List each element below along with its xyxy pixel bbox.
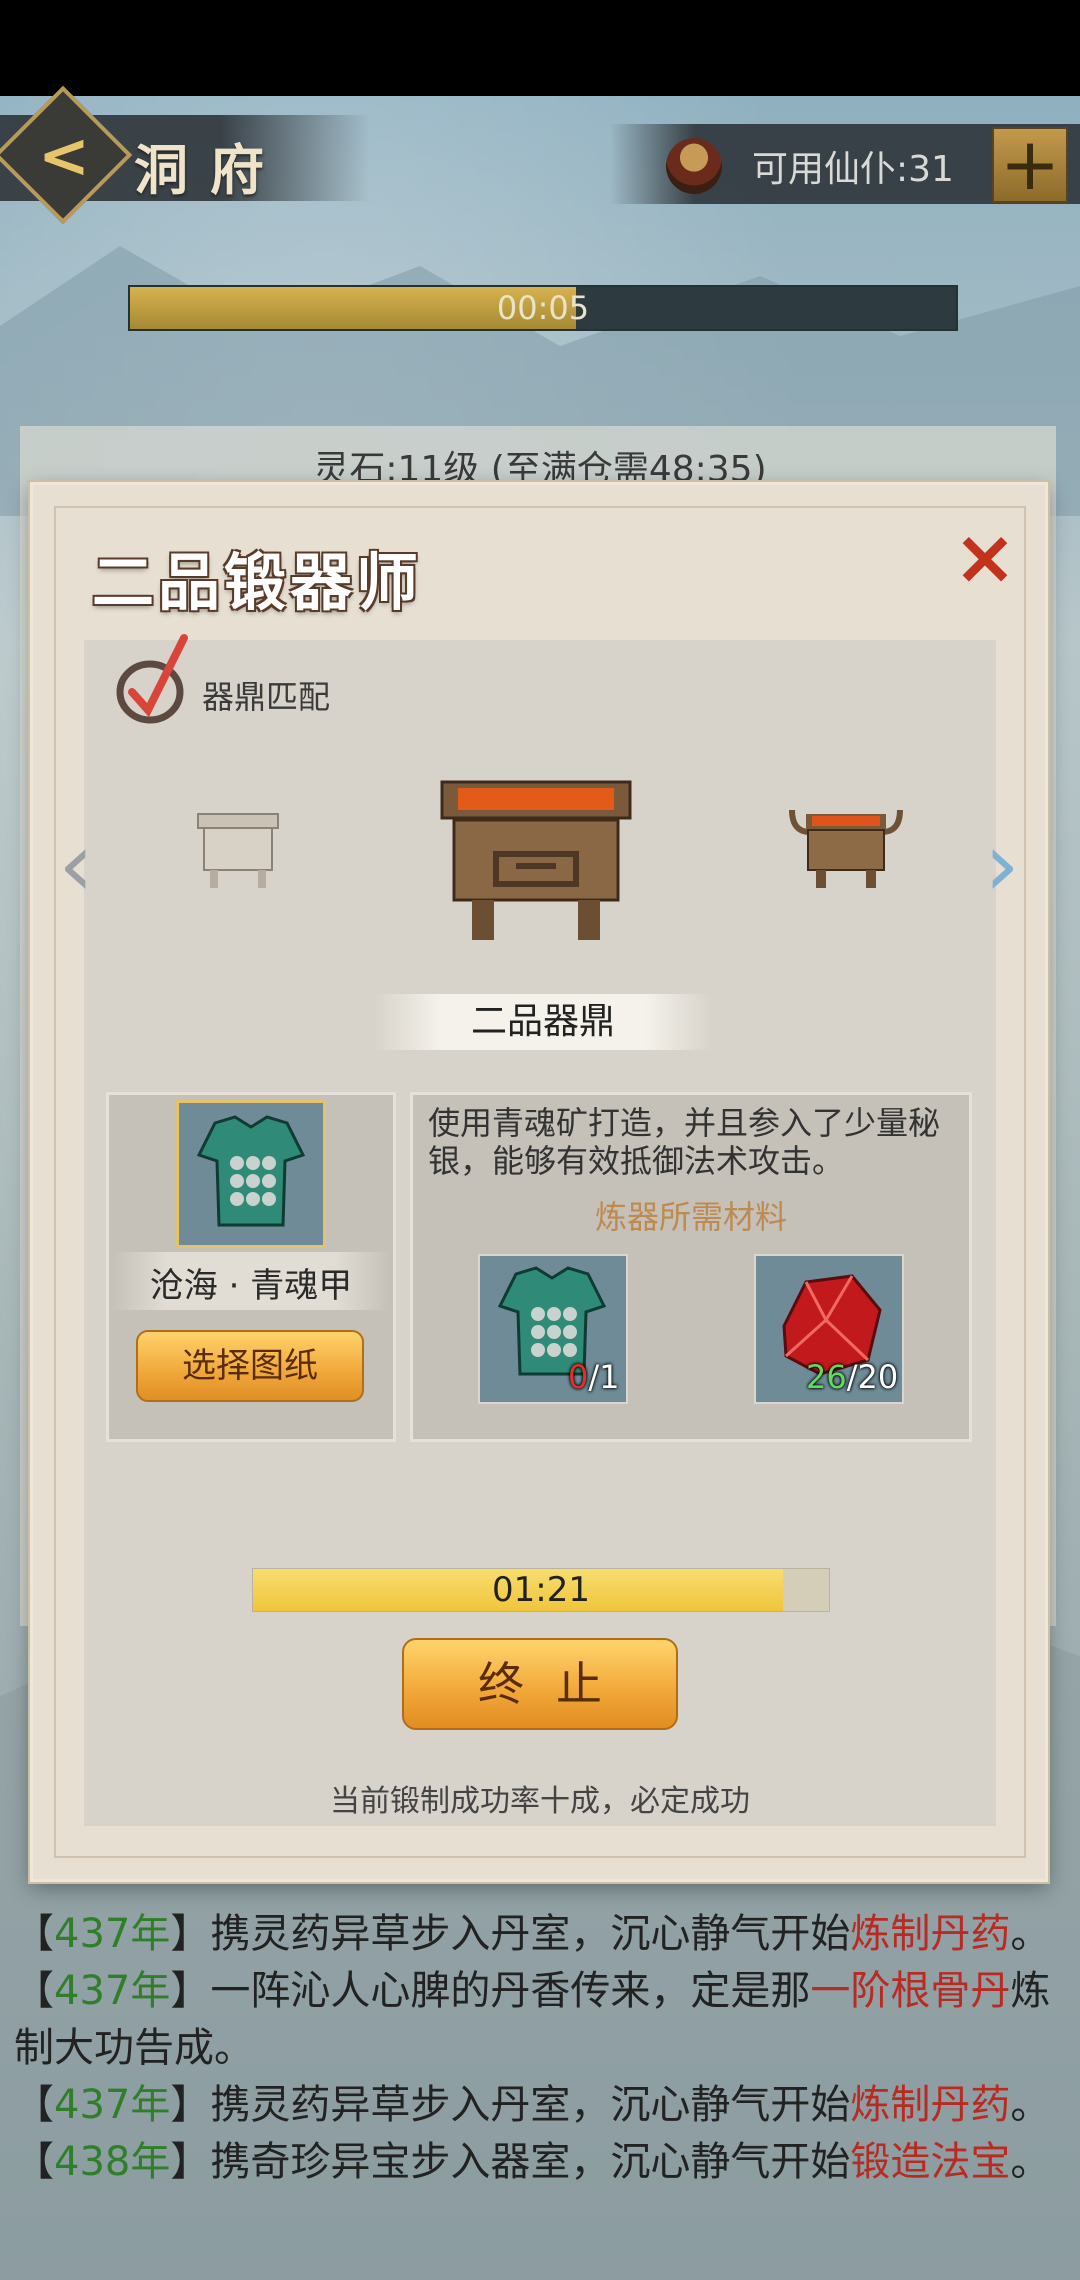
material-count-ore: 26/20 [806,1358,898,1396]
cauldron-small-right-icon[interactable] [786,800,906,892]
forge-progress-bar: 01:21 [252,1568,830,1612]
checkmark-icon[interactable] [110,630,190,730]
match-label: 器鼎匹配 [202,678,331,716]
armor-icon[interactable] [176,1100,326,1248]
top-timer-bar: 00:05 [128,285,958,331]
add-servant-button[interactable]: + [992,127,1068,203]
material-count-armor: 0/1 [568,1358,620,1396]
armor-graphic [196,1115,306,1227]
status-bar [0,0,1080,96]
arrow-left-icon[interactable]: ‹ [56,821,96,912]
back-arrow-icon[interactable]: < [34,125,94,187]
material-need: /20 [846,1358,899,1396]
material-have: 26 [806,1358,847,1396]
cauldron-main-icon[interactable] [436,776,636,942]
forge-progress-text: 01:21 [492,1570,590,1610]
stop-button[interactable]: 终止 [402,1638,678,1730]
item-description: 使用青魂矿打造，并且参入了少量秘银，能够有效抵御法术攻击。 [428,1104,941,1180]
event-log: 【437年】携灵药异草步入丹室，沉心静气开始炼制丹药。 【437年】一阵沁人心脾… [14,1906,1064,2191]
servant-icon [666,138,722,194]
dialog-title: 二品锻器师 [92,546,423,619]
materials-title: 炼器所需材料 [594,1198,787,1236]
log-entry: 【437年】携灵药异草步入丹室，沉心静气开始炼制丹药。 [14,1911,1051,1957]
material-need: /1 [588,1358,620,1396]
success-rate-text: 当前锻制成功率十成，必定成功 [330,1784,750,1819]
arrow-right-icon[interactable]: › [982,821,1022,912]
log-entry: 【437年】携灵药异草步入丹室，沉心静气开始炼制丹药。 [14,2082,1051,2128]
top-timer-text: 00:05 [496,289,590,327]
servants-count: 可用仙仆:31 [752,149,954,190]
select-blueprint-button[interactable]: 选择图纸 [136,1330,364,1402]
cauldron-small-left-icon[interactable] [190,808,286,892]
page-title: 洞府 [134,138,286,202]
log-entry: 【438年】携奇珍异宝步入器室，沉心静气开始锻造法宝。 [14,2139,1051,2185]
cauldron-name: 二品器鼎 [470,1001,615,1042]
material-have: 0 [568,1358,589,1396]
close-icon[interactable]: × [950,519,1020,595]
log-entry: 【437年】一阵沁人心脾的丹香传来，定是那一阶根骨丹炼制大功告成。 [14,1968,1051,2071]
blueprint-name: 沧海 · 青魂甲 [149,1266,353,1306]
